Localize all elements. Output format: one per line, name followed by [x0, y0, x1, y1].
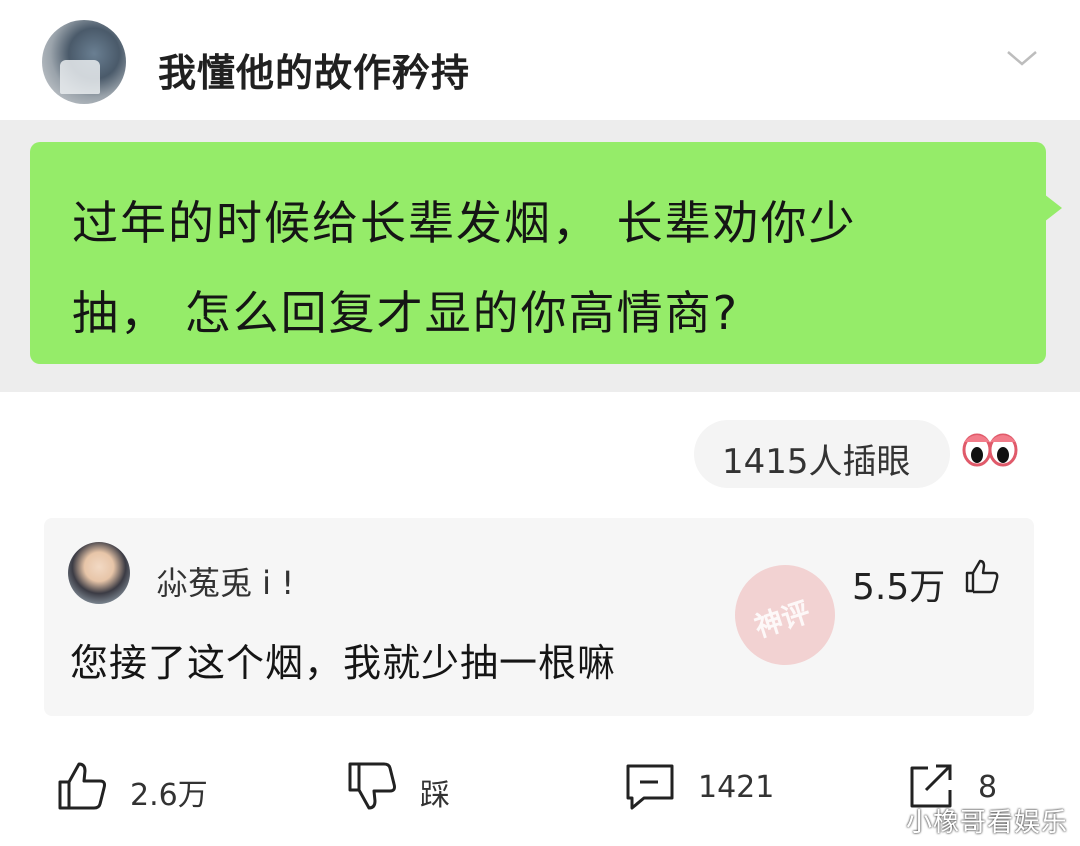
dislike-button[interactable]: 踩	[346, 760, 466, 816]
comment-like-count: 5.5万	[852, 567, 946, 608]
author-avatar[interactable]	[42, 20, 126, 104]
poke-count: 1415人插眼	[722, 442, 911, 482]
comment-text: 您接了这个烟，我就少抽一根嘛	[70, 641, 617, 685]
commenter-name[interactable]: 尛菟兎 i !	[156, 558, 294, 604]
god-comment-stamp-label: 神评	[750, 595, 815, 644]
dislike-label: 踩	[420, 778, 450, 813]
post-question: 过年的时候给长辈发烟， 长辈劝你少 抽， 怎么回复才显的你高情商?	[72, 178, 1032, 358]
comment-bubble-icon	[626, 764, 674, 810]
post-question-line2: 抽， 怎么回复才显的你高情商?	[72, 286, 740, 340]
post-title: 我懂他的故作矜持	[158, 51, 471, 95]
like-count: 2.6万	[130, 778, 208, 813]
like-button[interactable]: 2.6万	[56, 760, 216, 816]
comment-thumbs-up-icon[interactable]	[964, 558, 1000, 594]
comment-button[interactable]: 1421	[624, 760, 774, 816]
post-question-line1: 过年的时候给长辈发烟， 长辈劝你少	[72, 196, 857, 250]
commenter-avatar[interactable]	[68, 542, 130, 604]
share-count: 8	[978, 770, 998, 805]
chat-bubble-tail	[1044, 194, 1062, 222]
watermark-text: 小橡哥看娱乐	[906, 808, 1069, 838]
comment-count: 1421	[698, 770, 775, 805]
thumbs-down-icon	[348, 762, 396, 810]
thumbs-up-icon	[58, 762, 106, 810]
chevron-down-icon[interactable]	[1004, 46, 1040, 70]
eyes-icon[interactable]	[960, 430, 1020, 474]
